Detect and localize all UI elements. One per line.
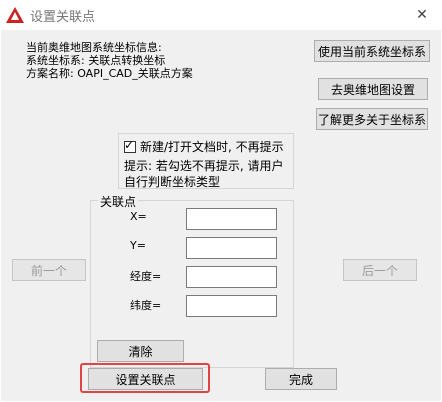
system-coordinate-info: 当前奥维地图系统坐标信息: 系统坐标系: 关联点转换坐标 方案名称: OAPI_… — [26, 41, 193, 80]
done-button[interactable]: 完成 — [265, 368, 337, 390]
y-input[interactable] — [186, 237, 277, 259]
clear-button[interactable]: 清除 — [97, 340, 184, 362]
x-label: X= — [130, 210, 147, 223]
info-line-2: 系统坐标系: 关联点转换坐标 — [26, 54, 166, 67]
highlight-box — [80, 363, 210, 393]
hint-line-1: 提示: 若勾选不再提示, 请用户 — [124, 159, 284, 173]
app-logo-icon — [6, 7, 24, 23]
longitude-label: 经度= — [130, 270, 162, 283]
latitude-input[interactable] — [186, 295, 277, 317]
y-label: Y= — [130, 239, 146, 252]
checkmark-icon: ✓ — [124, 137, 135, 152]
close-icon[interactable]: ✕ — [410, 5, 434, 25]
dont-prompt-label: 新建/打开文档时, 不再提示 — [140, 140, 284, 154]
previous-button[interactable]: 前一个 — [12, 259, 86, 281]
associated-point-group-label: 关联点 — [98, 193, 139, 210]
info-line-1: 当前奥维地图系统坐标信息: — [26, 41, 162, 54]
dont-prompt-checkbox[interactable]: ✓ — [124, 137, 136, 153]
title-bar: 设置关联点 ✕ — [0, 0, 442, 30]
latitude-label: 纬度= — [130, 299, 162, 312]
go-to-ovital-settings-button[interactable]: 去奥维地图设置 — [318, 78, 428, 100]
hint-line-2: 自行判断坐标类型 — [124, 175, 221, 189]
longitude-input[interactable] — [186, 266, 277, 288]
x-input[interactable] — [186, 208, 277, 230]
use-current-system-coordinates-button[interactable]: 使用当前系统坐标系 — [314, 40, 430, 62]
next-button[interactable]: 后一个 — [343, 259, 417, 281]
info-line-3: 方案名称: OAPI_CAD_关联点方案 — [26, 67, 193, 80]
hint-text: 提示: 若勾选不再提示, 请用户 自行判断坐标类型 — [124, 158, 284, 190]
dont-prompt-checkbox-row[interactable]: ✓ 新建/打开文档时, 不再提示 — [124, 138, 284, 155]
window-title: 设置关联点 — [30, 10, 96, 25]
learn-more-coordinates-button[interactable]: 了解更多关于坐标系 — [316, 108, 428, 130]
